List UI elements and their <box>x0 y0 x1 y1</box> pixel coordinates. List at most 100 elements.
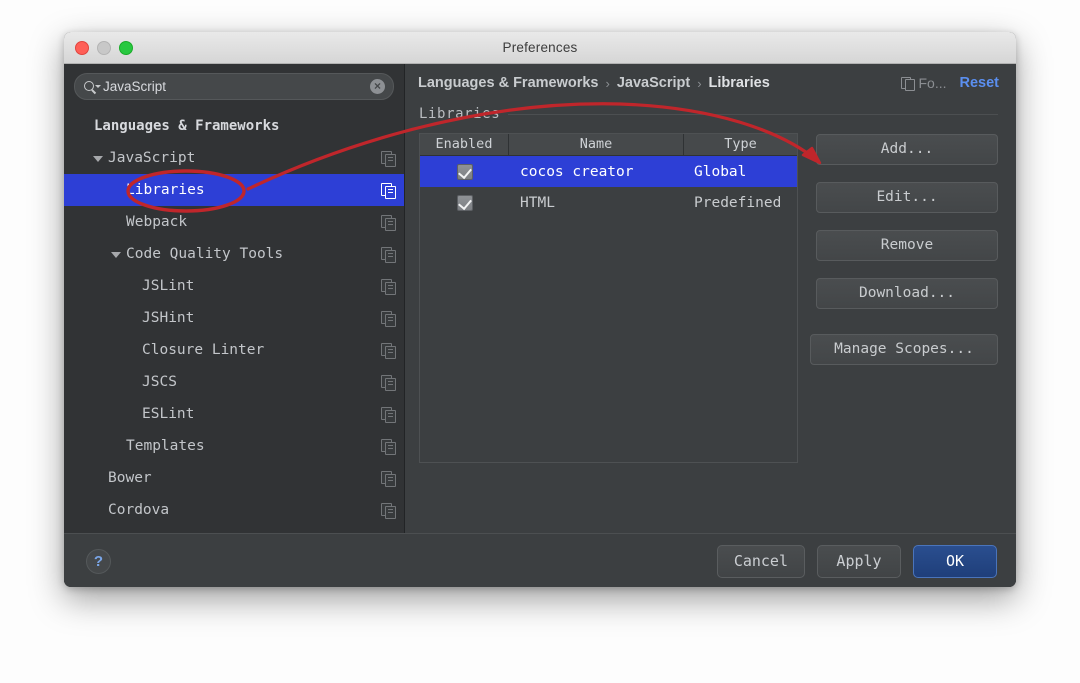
sidebar-item-eslint[interactable]: ESLint <box>64 398 404 430</box>
twisty-placeholder <box>126 280 139 293</box>
twisty-placeholder <box>126 408 139 421</box>
library-name-cell: HTML <box>509 195 684 211</box>
add-button[interactable]: Add... <box>816 134 998 165</box>
clear-search-icon[interactable]: × <box>370 79 385 94</box>
copy-settings-icon[interactable] <box>381 439 396 454</box>
twisty-placeholder <box>110 216 123 229</box>
enabled-checkbox[interactable] <box>457 164 473 180</box>
copy-settings-icon[interactable] <box>381 343 396 358</box>
copy-settings-icon[interactable] <box>381 311 396 326</box>
project-scope-icon <box>901 77 914 90</box>
sidebar-item-webpack[interactable]: Webpack <box>64 206 404 238</box>
twisty-placeholder <box>110 184 123 197</box>
libraries-panel: Libraries EnabledNameType cocos creatorG… <box>405 102 1016 533</box>
table-body: cocos creatorGlobalHTMLPredefined <box>420 156 797 218</box>
twisty-placeholder <box>92 472 105 485</box>
breadcrumb-crumb[interactable]: Languages & Frameworks <box>418 75 599 91</box>
search-value: JavaScript <box>103 74 370 99</box>
window-body: JavaScript × Languages & Frameworks JavaS… <box>64 64 1016 587</box>
search-icon <box>83 80 101 94</box>
copy-settings-icon[interactable] <box>381 375 396 390</box>
ok-button[interactable]: OK <box>913 545 997 578</box>
library-type-cell: Global <box>684 164 797 180</box>
help-button[interactable]: ? <box>86 549 111 574</box>
panel-row: EnabledNameType cocos creatorGlobalHTMLP… <box>419 133 998 463</box>
copy-settings-icon[interactable] <box>381 407 396 422</box>
sidebar-item-code-quality-tools[interactable]: Code Quality Tools <box>64 238 404 270</box>
sidebar-item-libraries[interactable]: Libraries <box>64 174 404 206</box>
remove-button[interactable]: Remove <box>816 230 998 261</box>
copy-settings-icon[interactable] <box>381 247 396 262</box>
sidebar-item-label: Bower <box>108 470 152 486</box>
twisty-placeholder <box>126 344 139 357</box>
sidebar-item-closure-linter[interactable]: Closure Linter <box>64 334 404 366</box>
sidebar-item-label: Closure Linter <box>142 342 264 358</box>
cancel-button[interactable]: Cancel <box>717 545 805 578</box>
breadcrumb-separator: › <box>690 76 708 91</box>
sidebar-item-jslint[interactable]: JSLint <box>64 270 404 302</box>
table-row[interactable]: cocos creatorGlobal <box>420 156 797 187</box>
sidebar-item-label: Languages & Frameworks <box>94 118 279 134</box>
sidebar-item-languages-frameworks[interactable]: Languages & Frameworks <box>64 110 404 142</box>
enabled-checkbox[interactable] <box>457 195 473 211</box>
column-header[interactable]: Enabled <box>420 134 509 155</box>
copy-settings-icon[interactable] <box>381 471 396 486</box>
sidebar-item-label: ESLint <box>142 406 194 422</box>
download-button[interactable]: Download... <box>816 278 998 309</box>
settings-sidebar: JavaScript × Languages & Frameworks JavaS… <box>64 64 405 533</box>
sidebar-item-jshint[interactable]: JSHint <box>64 302 404 334</box>
settings-content: Languages & Frameworks›JavaScript›Librar… <box>405 64 1016 533</box>
sidebar-item-label: Code Quality Tools <box>126 246 283 262</box>
column-header[interactable]: Type <box>684 134 797 155</box>
chevron-down-icon[interactable] <box>110 248 123 261</box>
sidebar-item-label: JSHint <box>142 310 194 326</box>
library-name-cell: cocos creator <box>509 164 684 180</box>
breadcrumb-crumb[interactable]: Libraries <box>709 75 770 91</box>
twisty-placeholder <box>110 440 123 453</box>
sidebar-item-jscs[interactable]: JSCS <box>64 366 404 398</box>
settings-tree: Languages & Frameworks JavaScript Librarie… <box>64 106 404 533</box>
group-header: Libraries <box>419 102 998 126</box>
sidebar-item-label: JavaScript <box>108 150 195 166</box>
sidebar-item-label: Cordova <box>108 502 169 518</box>
copy-settings-icon[interactable] <box>381 151 396 166</box>
for-current-project[interactable]: Fo... <box>901 75 946 91</box>
apply-button[interactable]: Apply <box>817 545 901 578</box>
copy-settings-icon[interactable] <box>381 279 396 294</box>
twisty-placeholder <box>126 376 139 389</box>
sidebar-item-javascript[interactable]: JavaScript <box>64 142 404 174</box>
twisty-placeholder <box>92 504 105 517</box>
manage-scopes-button[interactable]: Manage Scopes... <box>810 334 998 365</box>
minimize-button[interactable] <box>97 41 111 55</box>
sidebar-item-label: Templates <box>126 438 205 454</box>
window-titlebar: Preferences <box>64 32 1016 64</box>
screenshot-root: Preferences JavaScript × Lan <box>0 0 1080 683</box>
copy-settings-icon[interactable] <box>381 215 396 230</box>
twisty-placeholder <box>78 120 91 133</box>
sidebar-item-cordova[interactable]: Cordova <box>64 494 404 526</box>
twisty-placeholder <box>126 312 139 325</box>
side-button-group: Add...Edit...RemoveDownload...Manage Sco… <box>816 133 998 365</box>
enabled-cell <box>420 195 509 211</box>
group-title: Libraries <box>419 106 500 122</box>
table-row[interactable]: HTMLPredefined <box>420 187 797 218</box>
reset-link[interactable]: Reset <box>960 75 1000 91</box>
sidebar-item-bower[interactable]: Bower <box>64 462 404 494</box>
copy-settings-icon[interactable] <box>381 503 396 518</box>
edit-button[interactable]: Edit... <box>816 182 998 213</box>
libraries-table[interactable]: EnabledNameType cocos creatorGlobalHTMLP… <box>419 133 798 463</box>
copy-settings-icon[interactable] <box>381 183 396 198</box>
breadcrumb: Languages & Frameworks›JavaScript›Librar… <box>405 64 1016 102</box>
search-area: JavaScript × <box>64 64 404 106</box>
close-button[interactable] <box>75 41 89 55</box>
sidebar-item-label: Webpack <box>126 214 187 230</box>
column-header[interactable]: Name <box>509 134 684 155</box>
for-current-project-label: Fo... <box>918 75 946 91</box>
chevron-down-icon[interactable] <box>92 152 105 165</box>
breadcrumb-crumb[interactable]: JavaScript <box>617 75 690 91</box>
sidebar-item-templates[interactable]: Templates <box>64 430 404 462</box>
breadcrumb-separator: › <box>599 76 617 91</box>
search-input[interactable]: JavaScript × <box>74 73 394 100</box>
table-header: EnabledNameType <box>420 134 797 156</box>
zoom-button[interactable] <box>119 41 133 55</box>
